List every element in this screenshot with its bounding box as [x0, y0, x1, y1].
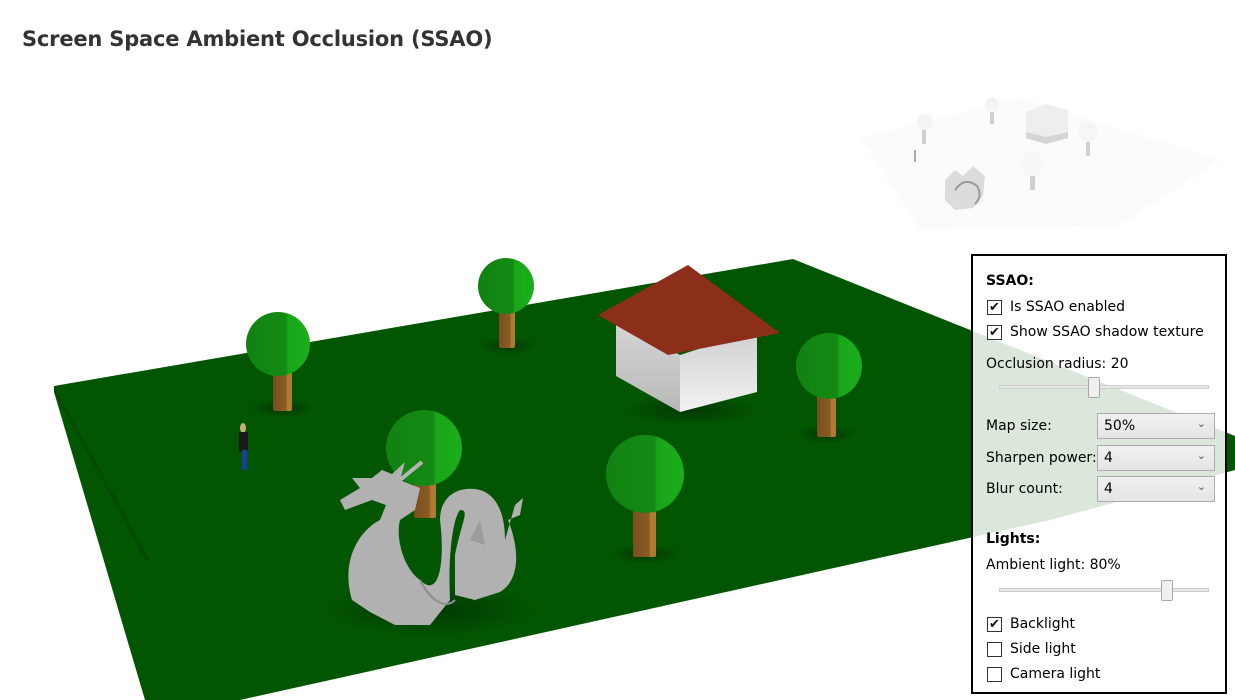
occlusion-radius-slider[interactable] [999, 377, 1209, 398]
sharpen-power-label: Sharpen power: [986, 450, 1097, 466]
ssao-enabled-label: Is SSAO enabled [1010, 299, 1126, 315]
camera-light-checkbox[interactable]: Camera light [987, 664, 1100, 684]
ssao-section-title: SSAO: [986, 273, 1034, 289]
blur-count-row: Blur count: 4 ⌄ [986, 476, 1216, 502]
check-icon: ✔ [989, 299, 1000, 315]
blur-count-label: Blur count: [986, 481, 1063, 497]
check-icon: ✔ [989, 324, 1000, 340]
checkbox-box[interactable]: ✔ [987, 299, 1002, 315]
side-light-checkbox[interactable]: Side light [987, 639, 1076, 659]
checkbox-box[interactable] [987, 666, 1002, 682]
map-size-row: Map size: 50% ⌄ [986, 413, 1216, 439]
map-size-label: Map size: [986, 418, 1052, 434]
slider-thumb[interactable] [1161, 580, 1173, 601]
map-size-dropdown[interactable]: 50% ⌄ [1097, 413, 1215, 439]
side-light-label: Side light [1010, 641, 1076, 657]
blur-count-dropdown[interactable]: 4 ⌄ [1097, 476, 1215, 502]
show-ssao-texture-label: Show SSAO shadow texture [1010, 324, 1204, 340]
sharpen-power-value: 4 [1104, 450, 1113, 466]
ssao-options-panel: SSAO: ✔ Is SSAO enabled ✔ Show SSAO shad… [971, 254, 1227, 694]
occlusion-radius-label: Occlusion radius: 20 [986, 356, 1129, 372]
ambient-light-label: Ambient light: 80% [986, 557, 1121, 573]
chevron-down-icon: ⌄ [1196, 480, 1206, 493]
sharpen-power-row: Sharpen power: 4 ⌄ [986, 445, 1216, 471]
checkbox-box[interactable] [987, 641, 1002, 657]
slider-track[interactable] [999, 385, 1209, 389]
backlight-label: Backlight [1010, 616, 1076, 632]
check-icon: ✔ [989, 616, 1000, 632]
show-ssao-texture-checkbox[interactable]: ✔ Show SSAO shadow texture [987, 322, 1204, 342]
lights-section-title: Lights: [986, 531, 1041, 547]
blur-count-value: 4 [1104, 481, 1113, 497]
checkbox-box[interactable]: ✔ [987, 324, 1002, 340]
ssao-shadow-texture-preview [860, 97, 1220, 230]
chevron-down-icon: ⌄ [1196, 449, 1206, 462]
checkbox-box[interactable]: ✔ [987, 616, 1002, 632]
sharpen-power-dropdown[interactable]: 4 ⌄ [1097, 445, 1215, 471]
page-title: Screen Space Ambient Occlusion (SSAO) [22, 27, 493, 51]
map-size-value: 50% [1104, 418, 1136, 434]
slider-thumb[interactable] [1087, 377, 1100, 398]
ambient-light-slider[interactable] [999, 580, 1209, 601]
chevron-down-icon: ⌄ [1196, 417, 1206, 430]
backlight-checkbox[interactable]: ✔ Backlight [987, 614, 1075, 634]
camera-light-label: Camera light [1010, 666, 1101, 682]
slider-track[interactable] [999, 588, 1209, 592]
ssao-enabled-checkbox[interactable]: ✔ Is SSAO enabled [987, 297, 1125, 317]
